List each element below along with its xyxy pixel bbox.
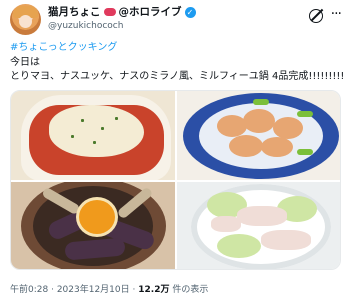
verified-badge-icon: ✓ xyxy=(184,6,196,18)
display-name-text[interactable]: 猫月ちょこ xyxy=(48,5,101,19)
herb-speck xyxy=(81,119,84,122)
author-names: 猫月ちょこ @ホロライブ ✓ @yuzukichococh xyxy=(48,5,268,33)
pork-slice xyxy=(211,216,241,232)
herb-speck xyxy=(115,117,118,120)
post-line-2: とりマヨ、ナスユッケ、ナスのミラノ風、ミルフィーユ鍋 4品完成!!!!!!!!! xyxy=(10,71,345,82)
pork-slice xyxy=(237,206,287,226)
post-date[interactable]: 2023年12月10日 xyxy=(57,285,130,295)
shrimp-mayo-photo[interactable] xyxy=(177,91,340,180)
hashtag-link[interactable]: #ちょこっとクッキング xyxy=(10,41,341,56)
grok-icon[interactable] xyxy=(309,9,323,23)
eggplant-yukke-photo[interactable] xyxy=(11,182,175,269)
media-grid xyxy=(10,90,341,270)
post-header: 猫月ちょこ @ホロライブ ✓ @yuzukichococh ··· xyxy=(10,4,342,36)
herb-speck xyxy=(93,141,96,144)
gratin-photo[interactable] xyxy=(11,91,175,180)
gratin-cheese xyxy=(49,105,144,157)
shrimp-piece xyxy=(273,117,303,139)
display-name[interactable]: 猫月ちょこ @ホロライブ ✓ xyxy=(48,5,268,19)
avatar-face xyxy=(19,15,32,28)
lips-icon xyxy=(103,8,116,16)
shrimp-piece xyxy=(261,137,293,157)
post-time[interactable]: 午前0:28 xyxy=(10,285,48,295)
herb-speck xyxy=(101,127,104,130)
scallion xyxy=(297,149,313,155)
scallion xyxy=(297,111,313,117)
more-icon[interactable]: ··· xyxy=(331,7,342,21)
display-name-suffix[interactable]: @ホロライブ xyxy=(119,5,182,19)
cabbage-leaf xyxy=(217,234,261,258)
egg-yolk xyxy=(79,200,115,234)
shrimp-piece xyxy=(243,109,275,133)
user-handle[interactable]: @yuzukichococh xyxy=(48,20,268,33)
mille-feuille-nabe-photo[interactable] xyxy=(177,182,340,269)
pork-slice xyxy=(261,230,311,250)
views-count: 12.2万 xyxy=(138,285,170,295)
post-meta: 午前0:28 · 2023年12月10日 · 12.2万 件の表示 xyxy=(10,284,341,296)
herb-speck xyxy=(71,135,74,138)
views-label: 件の表示 xyxy=(172,285,209,295)
avatar[interactable] xyxy=(10,4,41,35)
post-line-1: 今日は xyxy=(10,56,40,68)
post-text: #ちょこっとクッキング 今日は とりマヨ、ナスユッケ、ナスのミラノ風、ミルフィー… xyxy=(10,41,345,85)
shrimp-piece xyxy=(229,135,263,157)
scallion xyxy=(253,99,269,105)
